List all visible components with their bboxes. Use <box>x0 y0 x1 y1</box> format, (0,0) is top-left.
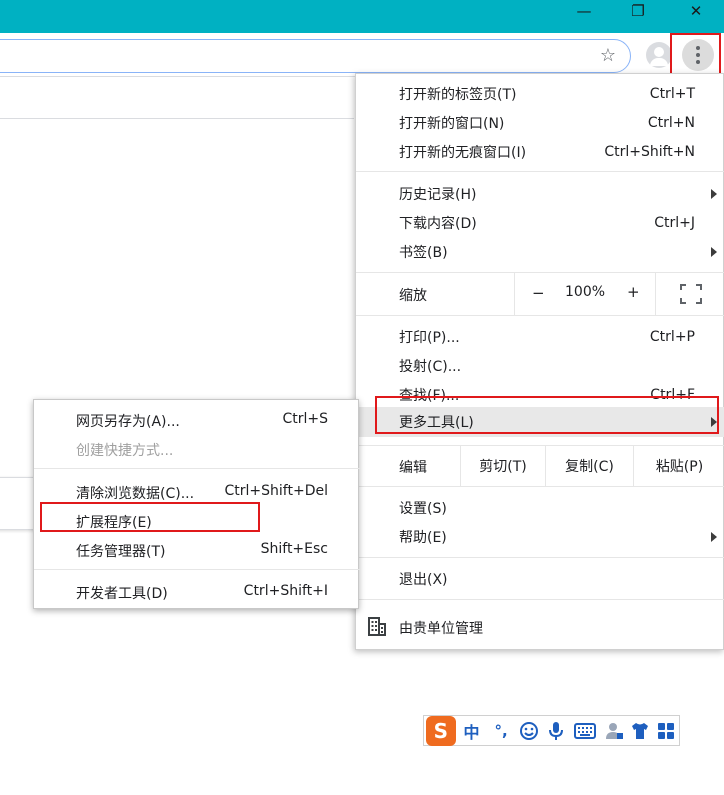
menu-item-label: 打印(P)... <box>399 329 460 346</box>
chevron-right-icon <box>711 188 717 199</box>
ime-toolbar: S 中 °, <box>423 715 680 746</box>
menu-item-managed[interactable]: 由贵单位管理 <box>356 611 724 643</box>
menu-separator <box>356 315 724 316</box>
menu-item-incognito[interactable]: 打开新的无痕窗口(I) Ctrl+Shift+N <box>356 137 724 166</box>
restore-icon: ❐ <box>631 2 645 20</box>
menu-item-label: 历史记录(H) <box>399 186 477 203</box>
menu-item-label: 打开新的无痕窗口(I) <box>399 144 527 161</box>
submenu-item-dev-tools[interactable]: 开发者工具(D) Ctrl+Shift+I <box>34 577 360 606</box>
submenu-item-save-page[interactable]: 网页另存为(A)... Ctrl+S <box>34 405 360 434</box>
menu-item-settings[interactable]: 设置(S) <box>356 493 724 522</box>
menu-item-label: 打开新的窗口(N) <box>399 115 505 132</box>
avatar-head <box>654 47 664 57</box>
menu-item-label: 开发者工具(D) <box>76 586 168 602</box>
menu-item-history[interactable]: 历史记录(H) <box>356 179 724 208</box>
cut-button[interactable]: 剪切(T) <box>460 446 545 486</box>
minimize-button[interactable]: — <box>564 0 604 22</box>
zoom-row: 缩放 − 100% + <box>356 273 724 315</box>
zoom-level: 100% <box>565 284 606 300</box>
emoji-icon[interactable] <box>515 716 543 746</box>
menu-item-shortcut: Ctrl+N <box>647 114 695 131</box>
menu-item-bookmarks[interactable]: 书签(B) <box>356 237 724 266</box>
avatar-body <box>650 58 668 66</box>
keyboard-icon[interactable] <box>570 716 600 746</box>
menu-item-exit[interactable]: 退出(X) <box>356 564 724 593</box>
menu-item-label: 下载内容(D) <box>399 215 477 232</box>
menu-item-shortcut: Ctrl+P <box>649 328 695 345</box>
menu-item-new-window[interactable]: 打开新的窗口(N) Ctrl+N <box>356 108 724 137</box>
menu-item-label: 退出(X) <box>399 571 448 588</box>
zoom-controls: − 100% + <box>514 273 656 315</box>
fullscreen-icon[interactable] <box>680 284 702 304</box>
menu-item-help[interactable]: 帮助(E) <box>356 522 724 551</box>
paste-label: 粘贴(P) <box>655 459 704 475</box>
star-icon[interactable]: ☆ <box>598 45 618 66</box>
menu-item-label: 清除浏览数据(C)... <box>76 486 195 502</box>
menu-item-shortcut: Ctrl+Shift+N <box>604 143 695 160</box>
menu-item-shortcut: Ctrl+S <box>282 411 328 427</box>
menu-item-shortcut: Ctrl+Shift+I <box>243 583 328 599</box>
annotation-box-more-tools <box>375 396 719 434</box>
menu-item-shortcut: Ctrl+T <box>649 85 695 102</box>
edit-row: 编辑 剪切(T) 复制(C) 粘贴(P) <box>356 446 724 486</box>
menu-item-label: 投射(C)... <box>399 358 462 375</box>
ime-punctuation-toggle[interactable]: °, <box>487 716 515 746</box>
menu-separator <box>34 569 360 570</box>
menu-item-shortcut: Ctrl+Shift+Del <box>224 483 328 499</box>
menu-item-shortcut: Ctrl+J <box>654 214 695 231</box>
copy-label: 复制(C) <box>565 459 614 475</box>
chrome-main-menu: 打开新的标签页(T) Ctrl+T 打开新的窗口(N) Ctrl+N 打开新的无… <box>355 73 724 650</box>
zoom-in-button[interactable]: + <box>627 283 640 301</box>
chevron-right-icon <box>711 531 717 542</box>
zoom-label: 缩放 <box>399 288 427 304</box>
menu-item-label: 书签(B) <box>399 244 448 261</box>
sogou-logo-icon[interactable]: S <box>426 715 456 746</box>
menu-item-label: 创建快捷方式... <box>76 443 174 459</box>
close-icon: ✕ <box>689 2 703 20</box>
paste-button[interactable]: 粘贴(P) <box>633 446 724 486</box>
cut-label: 剪切(T) <box>479 459 527 475</box>
close-button[interactable]: ✕ <box>676 0 716 22</box>
edit-label: 编辑 <box>399 460 427 476</box>
menu-item-label: 由贵单位管理 <box>399 621 483 637</box>
copy-button[interactable]: 复制(C) <box>545 446 633 486</box>
menu-item-shortcut: Shift+Esc <box>260 541 328 557</box>
annotation-box-menu <box>670 33 721 78</box>
menu-separator <box>356 599 724 600</box>
restore-button[interactable]: ❐ <box>618 0 658 22</box>
menu-separator <box>34 468 360 469</box>
menu-item-label: 网页另存为(A)... <box>76 414 180 430</box>
ime-mode-toggle[interactable]: 中 <box>456 716 488 746</box>
menu-separator <box>356 486 724 487</box>
menu-item-downloads[interactable]: 下载内容(D) Ctrl+J <box>356 208 724 237</box>
menu-item-label: 打开新的标签页(T) <box>399 86 517 103</box>
menu-item-cast[interactable]: 投射(C)... <box>356 351 724 380</box>
submenu-item-task-manager[interactable]: 任务管理器(T) Shift+Esc <box>34 535 360 564</box>
minimize-icon: — <box>576 2 592 20</box>
zoom-out-button[interactable]: − <box>532 284 545 302</box>
annotation-box-extensions <box>40 502 260 532</box>
menu-item-new-tab[interactable]: 打开新的标签页(T) Ctrl+T <box>356 79 724 108</box>
submenu-item-create-shortcut[interactable]: 创建快捷方式... <box>34 434 360 463</box>
building-icon <box>368 617 386 636</box>
chevron-right-icon <box>711 246 717 257</box>
menu-separator <box>356 171 724 172</box>
page-divider <box>0 118 354 119</box>
menu-item-label: 帮助(E) <box>399 529 447 546</box>
menu-separator <box>356 557 724 558</box>
microphone-icon[interactable] <box>543 716 571 746</box>
menu-item-label: 任务管理器(T) <box>76 544 166 560</box>
menu-item-label: 设置(S) <box>399 500 447 517</box>
skin-icon[interactable] <box>628 716 654 746</box>
title-bar <box>0 0 724 33</box>
menu-item-print[interactable]: 打印(P)... Ctrl+P <box>356 322 724 351</box>
user-icon[interactable] <box>600 716 628 746</box>
address-bar[interactable] <box>0 39 631 73</box>
grid-icon[interactable] <box>653 716 679 746</box>
